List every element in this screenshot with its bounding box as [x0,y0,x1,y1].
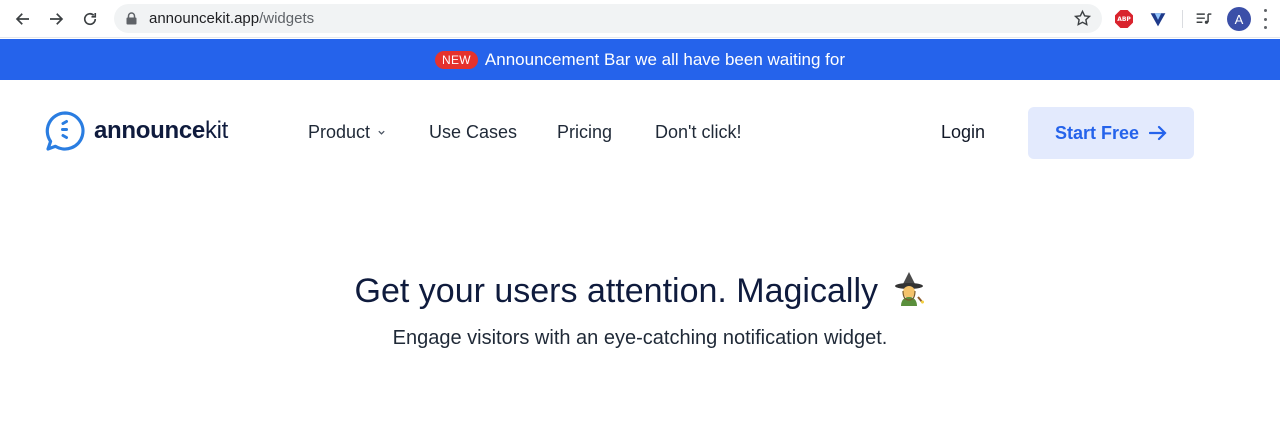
hero-title: Get your users attention. Magically [0,271,1280,311]
announcement-text: Announcement Bar we all have been waitin… [484,49,845,69]
nav-product[interactable]: Product [308,122,386,143]
wizard-icon [895,272,925,306]
forward-icon[interactable] [44,7,68,31]
bookmark-star-icon[interactable] [1073,9,1092,28]
profile-avatar[interactable]: A [1227,7,1251,31]
announcekit-logo-icon [45,111,85,151]
vpn-extension-icon[interactable] [1147,8,1169,30]
address-bar[interactable]: announcekit.app/widgets [114,4,1102,33]
hero-subtitle: Engage visitors with an eye-catching not… [392,327,888,349]
reload-icon[interactable] [78,7,102,31]
logo-wordmark-bold: announce [94,117,205,144]
toolbar-divider [1182,10,1183,28]
chevron-down-icon [378,130,385,135]
url-host: announcekit.app [149,10,260,27]
announcement-bar[interactable]: NEW Announcement Bar we all have been wa… [0,39,1280,80]
start-free-label: Start Free [1054,122,1140,143]
nav-dont-click[interactable]: Don't click! [655,122,741,143]
nav-use-cases[interactable]: Use Cases [429,122,517,143]
hero-title-text: Get your users attention. Magically [354,272,878,310]
arrow-right-icon [1149,125,1167,141]
url-text: announcekit.app/widgets [149,10,314,27]
new-badge: NEW [435,50,478,69]
nav-pricing[interactable]: Pricing [557,122,612,143]
login-link[interactable]: Login [941,122,985,143]
adblock-extension-icon[interactable]: ABP [1113,8,1135,30]
back-icon[interactable] [11,7,35,31]
logo-wordmark: announcekit [94,117,228,145]
start-free-button[interactable]: Start Free [1028,107,1194,159]
browser-toolbar: announcekit.app/widgets ABP A [0,0,1280,38]
url-path: /widgets [259,10,315,27]
browser-menu-icon[interactable] [1262,9,1268,29]
nav-product-label: Product [308,122,371,142]
lock-icon [126,12,137,25]
site-logo[interactable]: announcekit [44,110,228,152]
adblock-label: ABP [1115,10,1133,28]
media-queue-icon[interactable] [1193,8,1215,30]
logo-wordmark-light: kit [204,117,229,144]
